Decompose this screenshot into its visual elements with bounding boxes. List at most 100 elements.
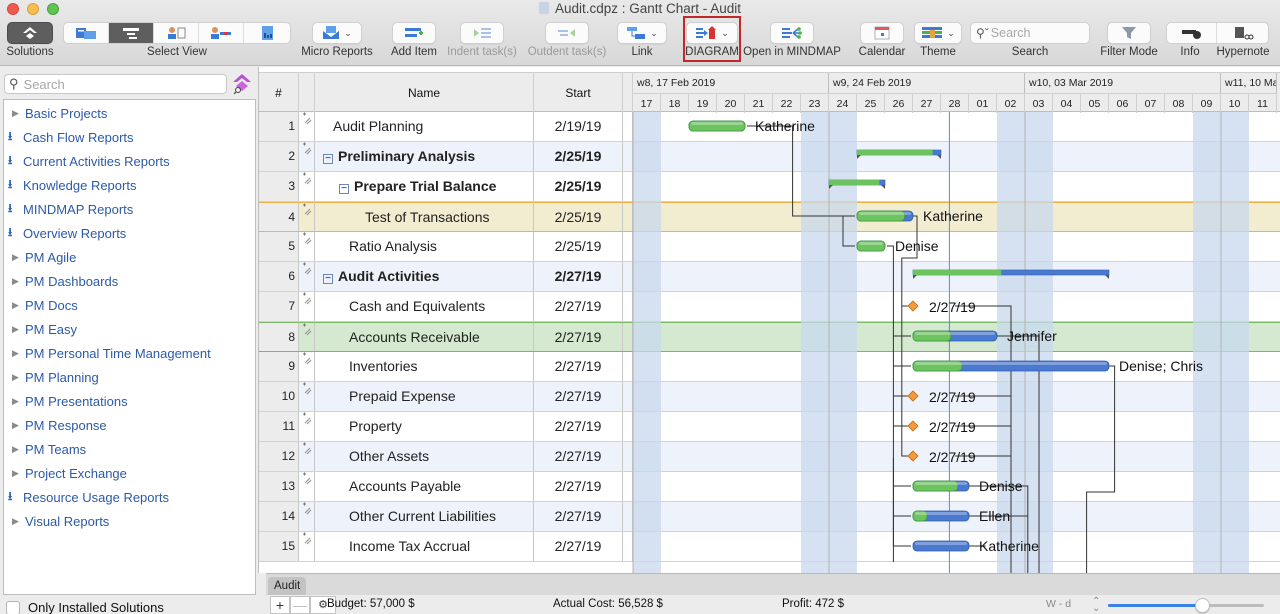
column-header-number[interactable]: # xyxy=(259,73,299,113)
column-header-name[interactable]: Name xyxy=(315,73,534,113)
resource-label: Jennifer xyxy=(1007,328,1057,344)
sidebar-item-label: PM Planning xyxy=(25,369,99,385)
resource-usage-icon xyxy=(211,27,231,39)
sidebar-item[interactable]: ⭳ Cash Flow Reports xyxy=(8,127,134,147)
only-installed-checkbox[interactable]: Only Installed Solutions xyxy=(6,600,164,614)
timescale-stepper[interactable]: ⌃ ⌄ xyxy=(1092,597,1100,614)
sidebar-item[interactable]: ▶ PM Personal Time Management xyxy=(10,343,211,363)
outdent-button[interactable] xyxy=(545,22,589,44)
sidebar-search-placeholder: Search xyxy=(23,76,65,92)
zoom-slider-fill xyxy=(1108,604,1202,607)
milestone-diamond[interactable] xyxy=(907,450,919,462)
sidebar-item[interactable]: ⭳ Current Activities Reports xyxy=(8,151,170,171)
column-header-start[interactable]: Start xyxy=(534,73,623,113)
link-icon xyxy=(627,27,646,39)
milestone-label: 2/27/19 xyxy=(929,419,976,435)
milestone-diamond[interactable] xyxy=(907,390,919,402)
info-button[interactable] xyxy=(1167,23,1218,43)
sidebar-item[interactable]: ▶ PM Dashboards xyxy=(10,271,118,291)
milestone-diamond[interactable] xyxy=(907,300,919,312)
day-header: 05 xyxy=(1081,93,1109,113)
zoom-slider-knob[interactable] xyxy=(1194,598,1210,613)
sidebar-item[interactable]: ▶ PM Teams xyxy=(10,439,86,459)
day-header: 24 xyxy=(829,93,857,113)
milestone-label: 2/27/19 xyxy=(929,299,976,315)
view-project-button[interactable] xyxy=(64,23,109,43)
sidebar-item[interactable]: ⭳ MINDMAP Reports xyxy=(8,199,133,219)
week-header: w10, 03 Mar 2019 xyxy=(1025,73,1221,93)
micro-reports-icon xyxy=(323,26,340,39)
dependency-link xyxy=(901,215,918,307)
open-mindmap-button[interactable] xyxy=(770,22,814,44)
diagram-highlight-box xyxy=(683,16,741,62)
chevron-down-icon: ⌄ xyxy=(947,27,955,38)
day-header: 04 xyxy=(1053,93,1081,113)
zoom-slider[interactable] xyxy=(1108,598,1264,613)
solutions-button[interactable] xyxy=(7,22,53,44)
sidebar-item-label: PM Agile xyxy=(25,249,77,265)
calendar-button[interactable] xyxy=(860,22,904,44)
add-item-button[interactable] xyxy=(392,22,436,44)
day-header: 23 xyxy=(801,93,829,113)
sidebar-item[interactable]: ▶ Basic Projects xyxy=(10,103,107,123)
filter-mode-button[interactable] xyxy=(1107,22,1151,44)
column-splitter[interactable] xyxy=(623,73,633,113)
micro-reports-button[interactable]: ⌄ xyxy=(312,22,362,44)
day-header: 20 xyxy=(717,93,745,113)
sidebar-item[interactable]: ▶ Project Exchange xyxy=(10,463,127,483)
day-header: 17 xyxy=(633,93,661,113)
toolbar-search-input[interactable]: ⚲ˇ Search xyxy=(970,22,1090,44)
day-header: 22 xyxy=(773,93,801,113)
view-resource-button[interactable] xyxy=(154,23,199,43)
summary-cap-right xyxy=(881,185,885,189)
theme-button[interactable]: ⌄ xyxy=(914,22,962,44)
sidebar-search-input[interactable]: ⚲ Search xyxy=(4,74,227,94)
milestone-diamond[interactable] xyxy=(907,420,919,432)
sidebar-item[interactable]: ▶ PM Response xyxy=(10,415,107,435)
weekend-shade xyxy=(801,112,829,573)
sidebar-item[interactable]: ▶ PM Agile xyxy=(10,247,76,267)
view-dashboard-button[interactable] xyxy=(244,23,289,43)
download-icon: ⭳ xyxy=(8,488,13,503)
view-gantt-button[interactable] xyxy=(109,23,154,43)
micro-reports-label: Micro Reports xyxy=(301,46,373,58)
select-view-segmented xyxy=(63,22,291,44)
outdent-label: Outdent task(s) xyxy=(527,46,607,58)
solutions-logo-icon[interactable] xyxy=(232,73,252,95)
checkbox-box[interactable] xyxy=(6,600,20,614)
sidebar-item[interactable]: ▶ PM Easy xyxy=(10,319,77,339)
sidebar-item-label: PM Response xyxy=(25,417,107,433)
view-resource-usage-button[interactable] xyxy=(199,23,244,43)
hypernote-button[interactable] xyxy=(1217,23,1268,43)
sidebar-item[interactable]: ▶ PM Planning xyxy=(10,367,99,387)
window-title: Audit.cdpz : Gantt Chart - Audit xyxy=(0,1,1280,16)
tab-audit[interactable]: Audit xyxy=(268,577,307,596)
sidebar-item[interactable]: ⭳ Resource Usage Reports xyxy=(8,487,169,507)
search-icon: ⚲ xyxy=(9,76,19,91)
sidebar-item[interactable]: ▶ Visual Reports xyxy=(10,511,109,531)
day-header: 19 xyxy=(689,93,717,113)
actual-cost-text: Actual Cost: 56,528 $ xyxy=(553,598,663,610)
sidebar-item[interactable]: ▶ PM Presentations xyxy=(10,391,128,411)
summary-progress xyxy=(829,180,880,185)
resource-label: Ellen xyxy=(979,508,1010,524)
column-header-icon[interactable] xyxy=(299,73,315,113)
timescale-text: W - d xyxy=(1046,598,1072,610)
link-label: Link xyxy=(631,46,653,58)
sidebar-item[interactable]: ⭳ Overview Reports xyxy=(8,223,126,243)
week-header: w9, 24 Feb 2019 xyxy=(829,73,1025,93)
dependency-link xyxy=(1086,365,1116,573)
link-button[interactable]: ⌄ xyxy=(617,22,667,44)
sidebar-item-label: Current Activities Reports xyxy=(23,153,170,169)
add-sheet-button[interactable]: + xyxy=(270,596,290,614)
remove-sheet-button[interactable]: — xyxy=(290,596,310,614)
toolbar: Audit.cdpz : Gantt Chart - Audit Solutio… xyxy=(0,0,1280,66)
indent-label: Indent task(s) xyxy=(447,46,517,58)
sidebar-item-label: Visual Reports xyxy=(25,513,110,529)
add-item-icon xyxy=(405,28,423,37)
budget-text: Budget: 57,000 $ xyxy=(327,598,415,610)
indent-button[interactable] xyxy=(460,22,504,44)
sidebar-item-label: Knowledge Reports xyxy=(23,177,137,193)
sidebar-item[interactable]: ⭳ Knowledge Reports xyxy=(8,175,137,195)
sidebar-item[interactable]: ▶ PM Docs xyxy=(10,295,78,315)
